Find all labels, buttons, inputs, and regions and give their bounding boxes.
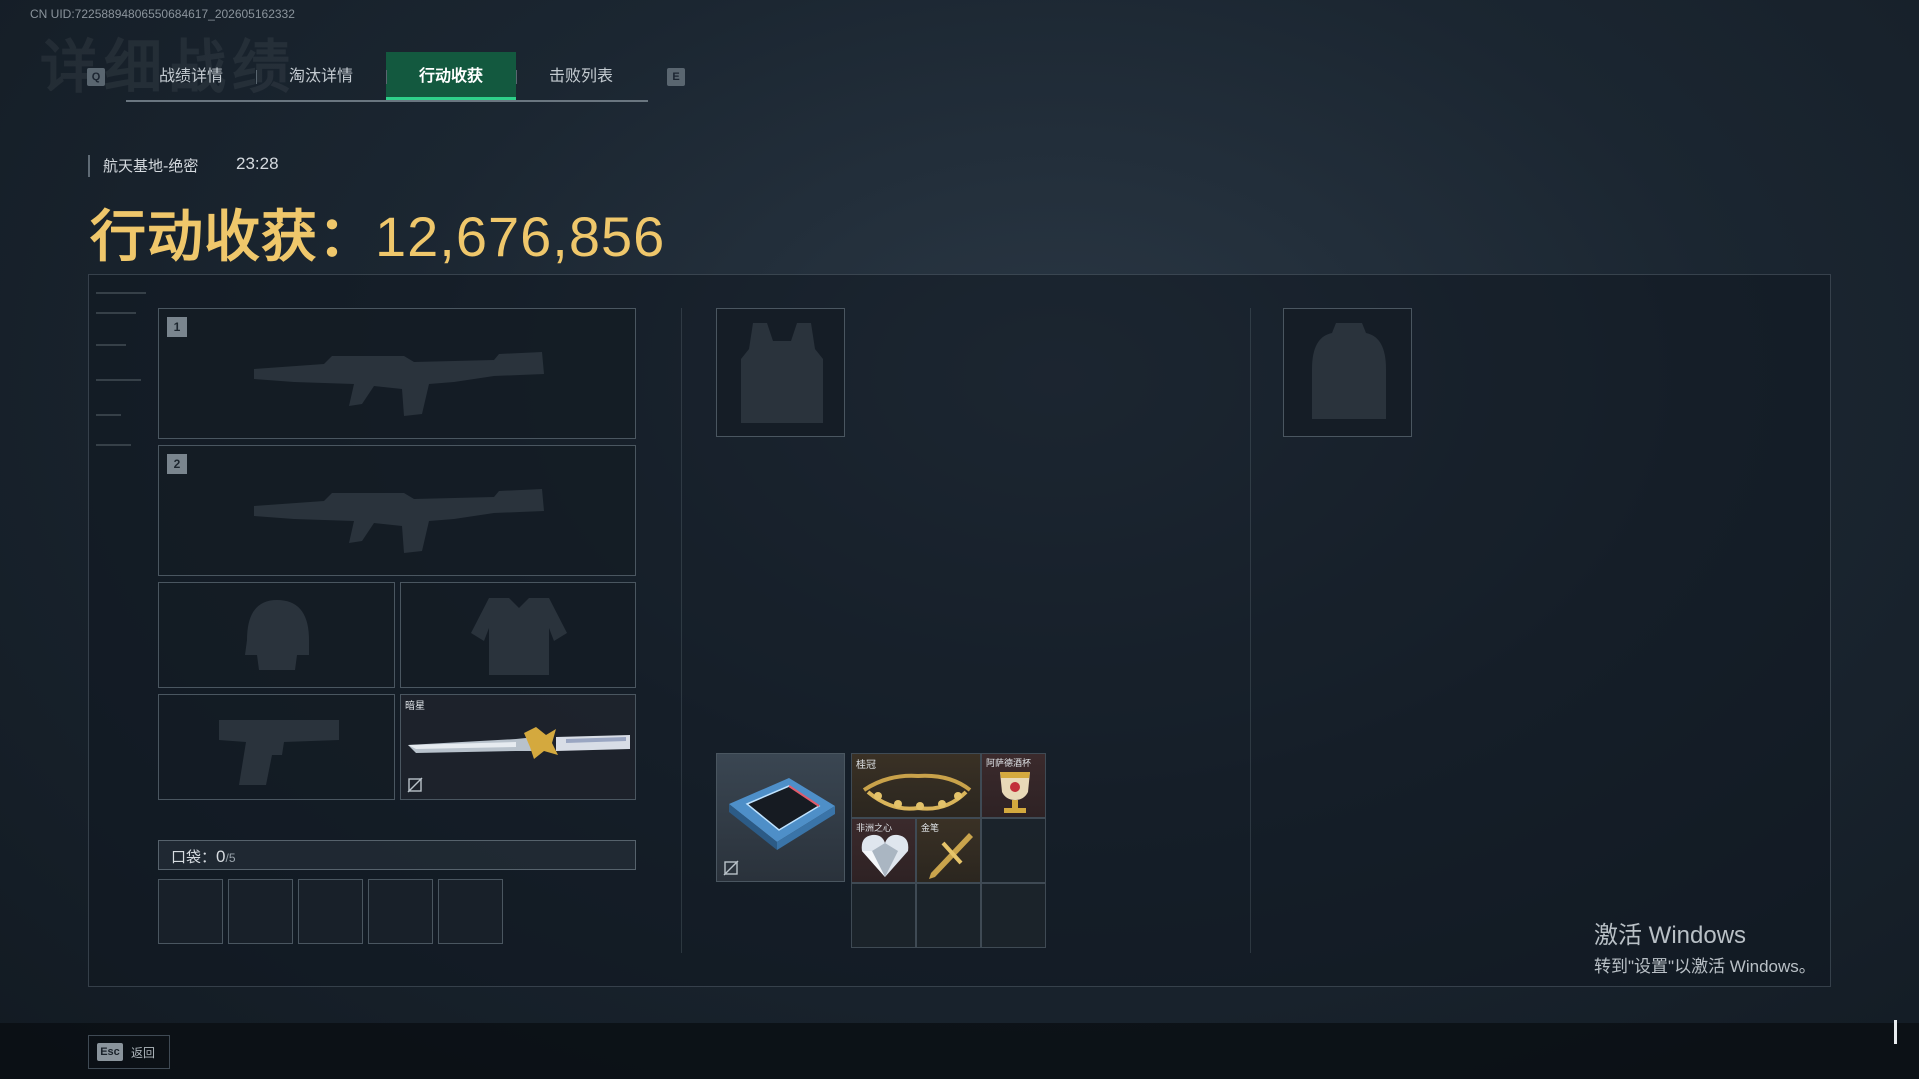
helmet-slot[interactable] xyxy=(158,582,395,688)
windows-activation-watermark: 激活 Windows 转到"设置"以激活 Windows。 xyxy=(1594,915,1816,977)
no-insure-icon xyxy=(723,860,739,876)
goblet-icon xyxy=(1000,772,1030,813)
slot-number: 1 xyxy=(167,317,187,337)
column-divider xyxy=(1250,308,1251,953)
tab-bar: 战绩详情 淘汰详情 行动收获 击败列表 xyxy=(126,52,648,102)
laurel-crown-icon xyxy=(862,773,972,811)
column-divider xyxy=(681,308,682,953)
back-button[interactable]: Esc 返回 xyxy=(88,1035,170,1069)
helmet-silhouette-icon xyxy=(245,600,309,670)
mission-time: 23:28 xyxy=(236,154,279,173)
rifle-silhouette-icon xyxy=(254,352,544,416)
pocket-label: 口袋： xyxy=(171,848,217,866)
haul-value: 12,676,856 xyxy=(375,205,666,268)
esc-key-hint: Esc xyxy=(97,1043,123,1061)
pocket-capacity: 口袋：0/5 xyxy=(171,846,236,867)
backpack-slot[interactable] xyxy=(1283,308,1412,437)
secure-case-empty-cell[interactable] xyxy=(981,818,1046,883)
pocket-slot[interactable] xyxy=(368,879,433,944)
body-armor-slot[interactable] xyxy=(400,582,636,688)
pocket-slot[interactable] xyxy=(158,879,223,944)
pocket-total: /5 xyxy=(225,851,236,865)
pocket-slot[interactable] xyxy=(438,879,503,944)
slot-number: 2 xyxy=(167,454,187,474)
decorative-readout xyxy=(96,284,156,484)
loot-item-goblet[interactable]: 阿萨德酒杯 xyxy=(981,753,1046,818)
primary-weapon-slot-2[interactable]: 2 xyxy=(158,445,636,576)
tab-elimination-details[interactable]: 淘汰详情 xyxy=(256,52,386,100)
secure-case-icon xyxy=(729,778,835,850)
diamond-heart-icon xyxy=(861,834,909,877)
dark-star-knife-icon xyxy=(408,727,630,759)
chest-rig-slot[interactable] xyxy=(716,308,845,437)
uid-text: CN UID:72258894806550684617_202605162332 xyxy=(30,7,295,21)
armor-silhouette-icon xyxy=(471,598,567,675)
pocket-slot[interactable] xyxy=(298,879,363,944)
melee-weapon-name: 暗星 xyxy=(405,701,425,712)
rifle-silhouette-icon xyxy=(254,489,544,553)
haul-total: 行动收获：12,676,856 xyxy=(90,192,665,273)
pocket-bar: 口袋：0/5 xyxy=(158,840,636,870)
secure-case-empty-cell[interactable] xyxy=(916,883,981,948)
footer-bar xyxy=(0,1023,1919,1079)
secure-case-empty-cell[interactable] xyxy=(851,883,916,948)
windows-activation-title: 激活 Windows xyxy=(1594,922,1747,949)
pistol-silhouette-icon xyxy=(219,720,339,785)
tab-prev-key-hint[interactable]: Q xyxy=(87,68,105,86)
loot-item-laurel[interactable]: 桂冠 xyxy=(851,753,981,818)
secure-case-slot[interactable] xyxy=(716,753,845,882)
haul-label: 行动收获： xyxy=(90,205,375,270)
loot-item-gold-pen[interactable]: 金笔 xyxy=(916,818,981,883)
map-location: 航天基地-绝密 xyxy=(103,157,199,175)
tab-defeat-list[interactable]: 击败列表 xyxy=(516,52,646,100)
gold-pen-icon xyxy=(929,833,973,879)
cursor-indicator xyxy=(1894,1020,1897,1044)
melee-weapon-slot[interactable]: 暗星 xyxy=(400,694,636,800)
secure-case-empty-cell[interactable] xyxy=(981,883,1046,948)
sidearm-slot[interactable] xyxy=(158,694,395,800)
back-label: 返回 xyxy=(131,1046,156,1060)
location-divider xyxy=(88,155,90,177)
vest-silhouette-icon xyxy=(741,323,823,423)
loot-item-heart-of-africa[interactable]: 非洲之心 xyxy=(851,818,916,883)
windows-activation-hint: 转到"设置"以激活 Windows。 xyxy=(1594,957,1816,976)
tab-next-key-hint[interactable]: E xyxy=(667,68,685,86)
tab-operation-haul[interactable]: 行动收获 xyxy=(386,52,516,100)
tab-combat-details[interactable]: 战绩详情 xyxy=(126,52,256,100)
backpack-silhouette-icon xyxy=(1312,323,1386,419)
no-insure-icon xyxy=(407,777,423,793)
primary-weapon-slot-1[interactable]: 1 xyxy=(158,308,636,439)
pocket-slot[interactable] xyxy=(228,879,293,944)
